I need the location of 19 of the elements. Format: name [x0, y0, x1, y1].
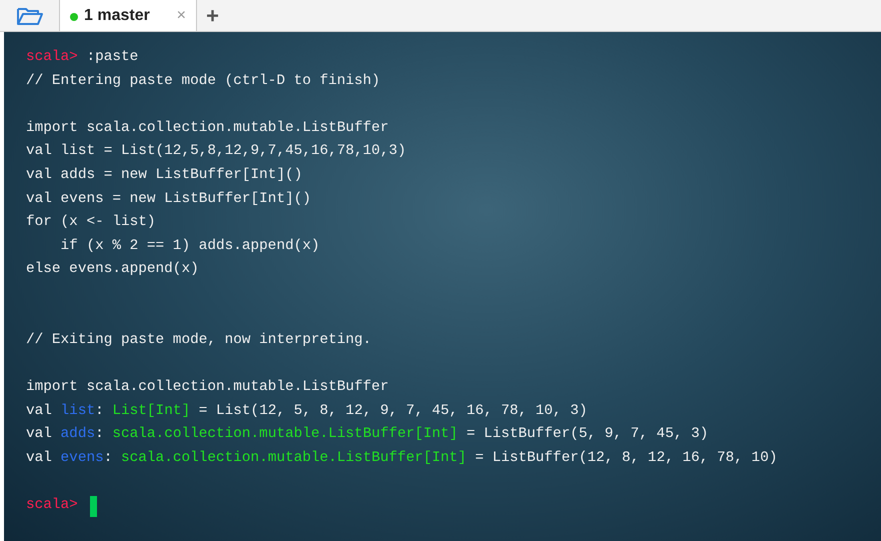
terminal-line: if (x % 2 == 1) adds.append(x) — [60, 236, 320, 256]
tab-label: 1 master — [84, 6, 150, 26]
terminal-line: import scala.collection.mutable.ListBuffer — [26, 118, 389, 138]
terminal-line: scala> — [26, 496, 78, 516]
terminal-line: val evens: scala.collection.mutable.ListBuffer[Int] = ListBuffer(12, 8, 12, 16, 78, 10) — [26, 449, 778, 468]
terminal-line: val list: List[Int] = List(12, 5, 8, 12, 9, 7, 45, 16, 78, 10, 3) — [26, 402, 588, 421]
terminal-line: for (x <- list) — [26, 213, 156, 232]
terminal-line: scala> :paste — [26, 48, 138, 67]
terminal-line: val list = List(12,5,8,12,9,7,45,16,78,10,3) — [26, 142, 406, 162]
terminal-line: // Entering paste mode (ctrl-D to finish) — [26, 72, 380, 91]
terminal-line: val adds = new ListBuffer[Int]() — [26, 166, 302, 185]
terminal-line: // Exiting paste mode, now interpreting. — [26, 331, 372, 350]
new-tab-button[interactable]: + — [196, 0, 228, 31]
terminal-line: else evens.append(x) — [26, 260, 199, 280]
folder-icon — [16, 6, 44, 26]
terminal-line: import scala.collection.mutable.ListBuffer — [26, 378, 389, 398]
terminal-line: val adds: scala.collection.mutable.ListBuffer[Int] = ListBuffer(5, 9, 7, 45, 3) — [26, 425, 708, 444]
terminal-tab[interactable]: 1 master × — [60, 0, 196, 31]
terminal-line: val evens = new ListBuffer[Int]() — [26, 190, 311, 209]
